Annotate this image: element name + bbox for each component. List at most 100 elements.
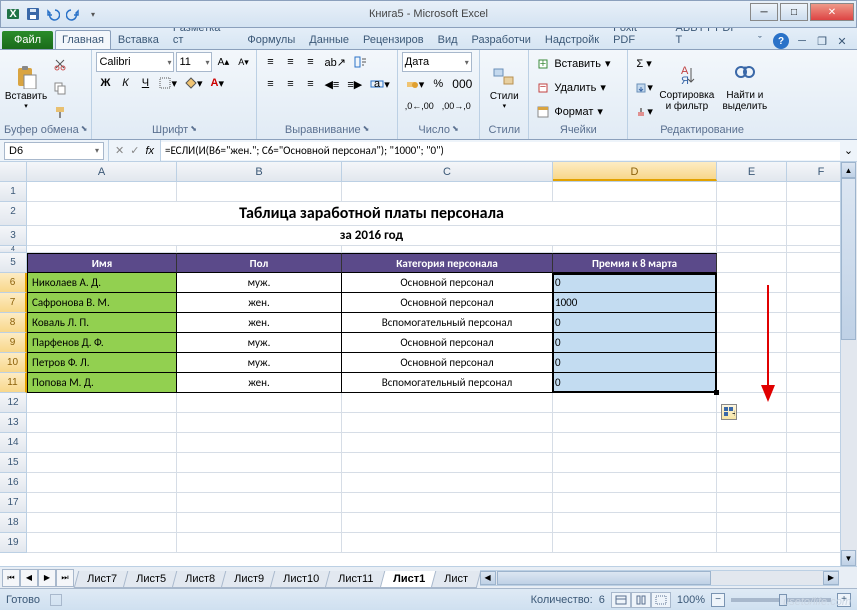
autofill-options-icon[interactable]: + [721, 404, 737, 420]
row-header[interactable]: 15 [0, 453, 27, 473]
sheet-tab[interactable]: Лист9 [221, 571, 278, 588]
comma-format-icon[interactable]: 000 [449, 74, 475, 94]
autosum-button[interactable]: Σ ▾ [632, 54, 656, 74]
undo-icon[interactable] [45, 6, 61, 22]
sheet-tab[interactable]: Лист8 [172, 571, 229, 588]
zoom-handle[interactable] [779, 594, 787, 606]
select-all-corner[interactable] [0, 162, 27, 181]
table-header[interactable]: Имя [27, 253, 177, 273]
table-header[interactable]: Премия к 8 марта [553, 253, 717, 273]
find-select-button[interactable]: Найти и выделить [718, 52, 772, 123]
scroll-down-icon[interactable]: ▼ [841, 550, 856, 566]
scroll-thumb[interactable] [497, 571, 711, 585]
sheet-tab[interactable]: Лист7 [74, 571, 131, 588]
alignment-launcher-icon[interactable]: ⬊ [363, 124, 370, 136]
row-header[interactable]: 18 [0, 513, 27, 533]
cells-area[interactable]: Таблица заработной платы персонала за 20… [27, 182, 857, 566]
decrease-font-icon[interactable]: A▾ [234, 52, 252, 72]
formula-input[interactable]: =ЕСЛИ(И(B6="жен."; C6="Основной персонал… [161, 142, 840, 160]
sheet-tab[interactable]: Лист [430, 571, 480, 588]
row-header[interactable]: 14 [0, 433, 27, 453]
cut-button[interactable] [50, 54, 70, 74]
horizontal-scrollbar[interactable]: ◀ ▶ [480, 570, 839, 586]
report-title[interactable]: Таблица заработной платы персонала [27, 202, 717, 226]
view-normal-icon[interactable] [611, 592, 631, 608]
col-header-c[interactable]: C [342, 162, 553, 181]
paste-button[interactable]: Вставить ▾ [4, 52, 48, 123]
copy-button[interactable] [50, 78, 70, 98]
zoom-out-button[interactable]: − [711, 593, 725, 607]
scroll-right-icon[interactable]: ▶ [823, 571, 839, 585]
view-pagebreak-icon[interactable] [651, 592, 671, 608]
sheet-tab[interactable]: Лист11 [325, 571, 387, 588]
orientation-icon[interactable]: ab↗ [321, 52, 348, 72]
font-name-combo[interactable]: Calibri▾ [96, 52, 174, 72]
styles-button[interactable]: Стили ▾ [484, 52, 524, 123]
report-subtitle[interactable]: за 2016 год [27, 226, 717, 246]
align-right-icon[interactable]: ≡ [301, 74, 319, 94]
row-header[interactable]: 17 [0, 493, 27, 513]
workbook-minimize-icon[interactable]: ─ [795, 34, 809, 48]
minimize-button[interactable]: ─ [750, 3, 778, 21]
wrap-text-icon[interactable] [351, 52, 371, 72]
workbook-close-icon[interactable]: ✕ [835, 34, 849, 48]
decrease-indent-icon[interactable]: ◀≡ [321, 74, 342, 94]
col-header-b[interactable]: B [177, 162, 342, 181]
save-icon[interactable] [25, 6, 41, 22]
view-pagelayout-icon[interactable] [631, 592, 651, 608]
col-header-a[interactable]: A [27, 162, 177, 181]
close-button[interactable]: ✕ [810, 3, 854, 21]
tab-addins[interactable]: Надстройк [538, 30, 606, 49]
row-header[interactable]: 16 [0, 473, 27, 493]
number-launcher-icon[interactable]: ⬊ [452, 124, 459, 136]
font-launcher-icon[interactable]: ⬊ [190, 124, 197, 136]
qat-customize-icon[interactable]: ▾ [85, 6, 101, 22]
redo-icon[interactable] [65, 6, 81, 22]
insert-cells-button[interactable]: +Вставить ▾ [533, 54, 623, 74]
help-icon[interactable]: ? [773, 33, 789, 49]
tab-home[interactable]: Главная [55, 30, 111, 49]
tab-review[interactable]: Рецензиров [356, 30, 431, 49]
sheet-tab[interactable]: Лист5 [123, 571, 180, 588]
row-header[interactable]: 13 [0, 413, 27, 433]
enter-formula-icon[interactable]: ✓ [130, 144, 139, 157]
sheet-nav-next-icon[interactable]: ▶ [38, 569, 56, 587]
sheet-nav-prev-icon[interactable]: ◀ [20, 569, 38, 587]
fill-handle[interactable] [714, 390, 719, 395]
italic-button[interactable]: К [116, 73, 134, 93]
tab-view[interactable]: Вид [431, 30, 465, 49]
fx-icon[interactable]: fx [145, 145, 154, 157]
cancel-formula-icon[interactable]: ✕ [115, 144, 124, 157]
maximize-button[interactable]: □ [780, 3, 808, 21]
percent-format-icon[interactable]: % [429, 74, 447, 94]
clipboard-launcher-icon[interactable]: ⬊ [81, 124, 88, 136]
align-left-icon[interactable]: ≡ [261, 74, 279, 94]
tab-insert[interactable]: Вставка [111, 30, 166, 49]
zoom-in-button[interactable]: + [837, 593, 851, 607]
macro-record-icon[interactable] [50, 594, 62, 606]
sheet-tab[interactable]: Лист1 [379, 571, 438, 588]
increase-decimal-icon[interactable]: ,0←,00 [402, 96, 437, 116]
font-color-button[interactable]: A▾ [208, 73, 227, 93]
zoom-slider[interactable] [731, 598, 831, 602]
scroll-left-icon[interactable]: ◀ [480, 571, 496, 585]
row-header[interactable]: 1 [0, 182, 27, 202]
row-header[interactable]: 9 [0, 333, 27, 353]
expand-formula-bar-icon[interactable]: ⌄ [840, 144, 857, 157]
row-header[interactable]: 12 [0, 393, 27, 413]
merge-icon[interactable]: a▾ [367, 74, 393, 94]
increase-indent-icon[interactable]: ≡▶ [344, 74, 365, 94]
row-header[interactable]: 6 [0, 273, 27, 293]
align-bottom-icon[interactable]: ≡ [301, 52, 319, 72]
row-header[interactable]: 10 [0, 353, 27, 373]
vertical-scrollbar[interactable]: ▲ ▼ [840, 182, 857, 566]
col-header-d[interactable]: D [553, 162, 717, 181]
table-header[interactable]: Категория персонала [342, 253, 553, 273]
row-header[interactable]: 3 [0, 226, 27, 246]
accounting-format-icon[interactable]: ▾ [402, 74, 428, 94]
sheet-nav-last-icon[interactable]: ⏭ [56, 569, 74, 587]
fill-button[interactable]: ▾ [632, 78, 656, 98]
sheet-nav-first-icon[interactable]: ⏮ [2, 569, 20, 587]
row-header[interactable]: 19 [0, 533, 27, 553]
table-header[interactable]: Пол [177, 253, 342, 273]
